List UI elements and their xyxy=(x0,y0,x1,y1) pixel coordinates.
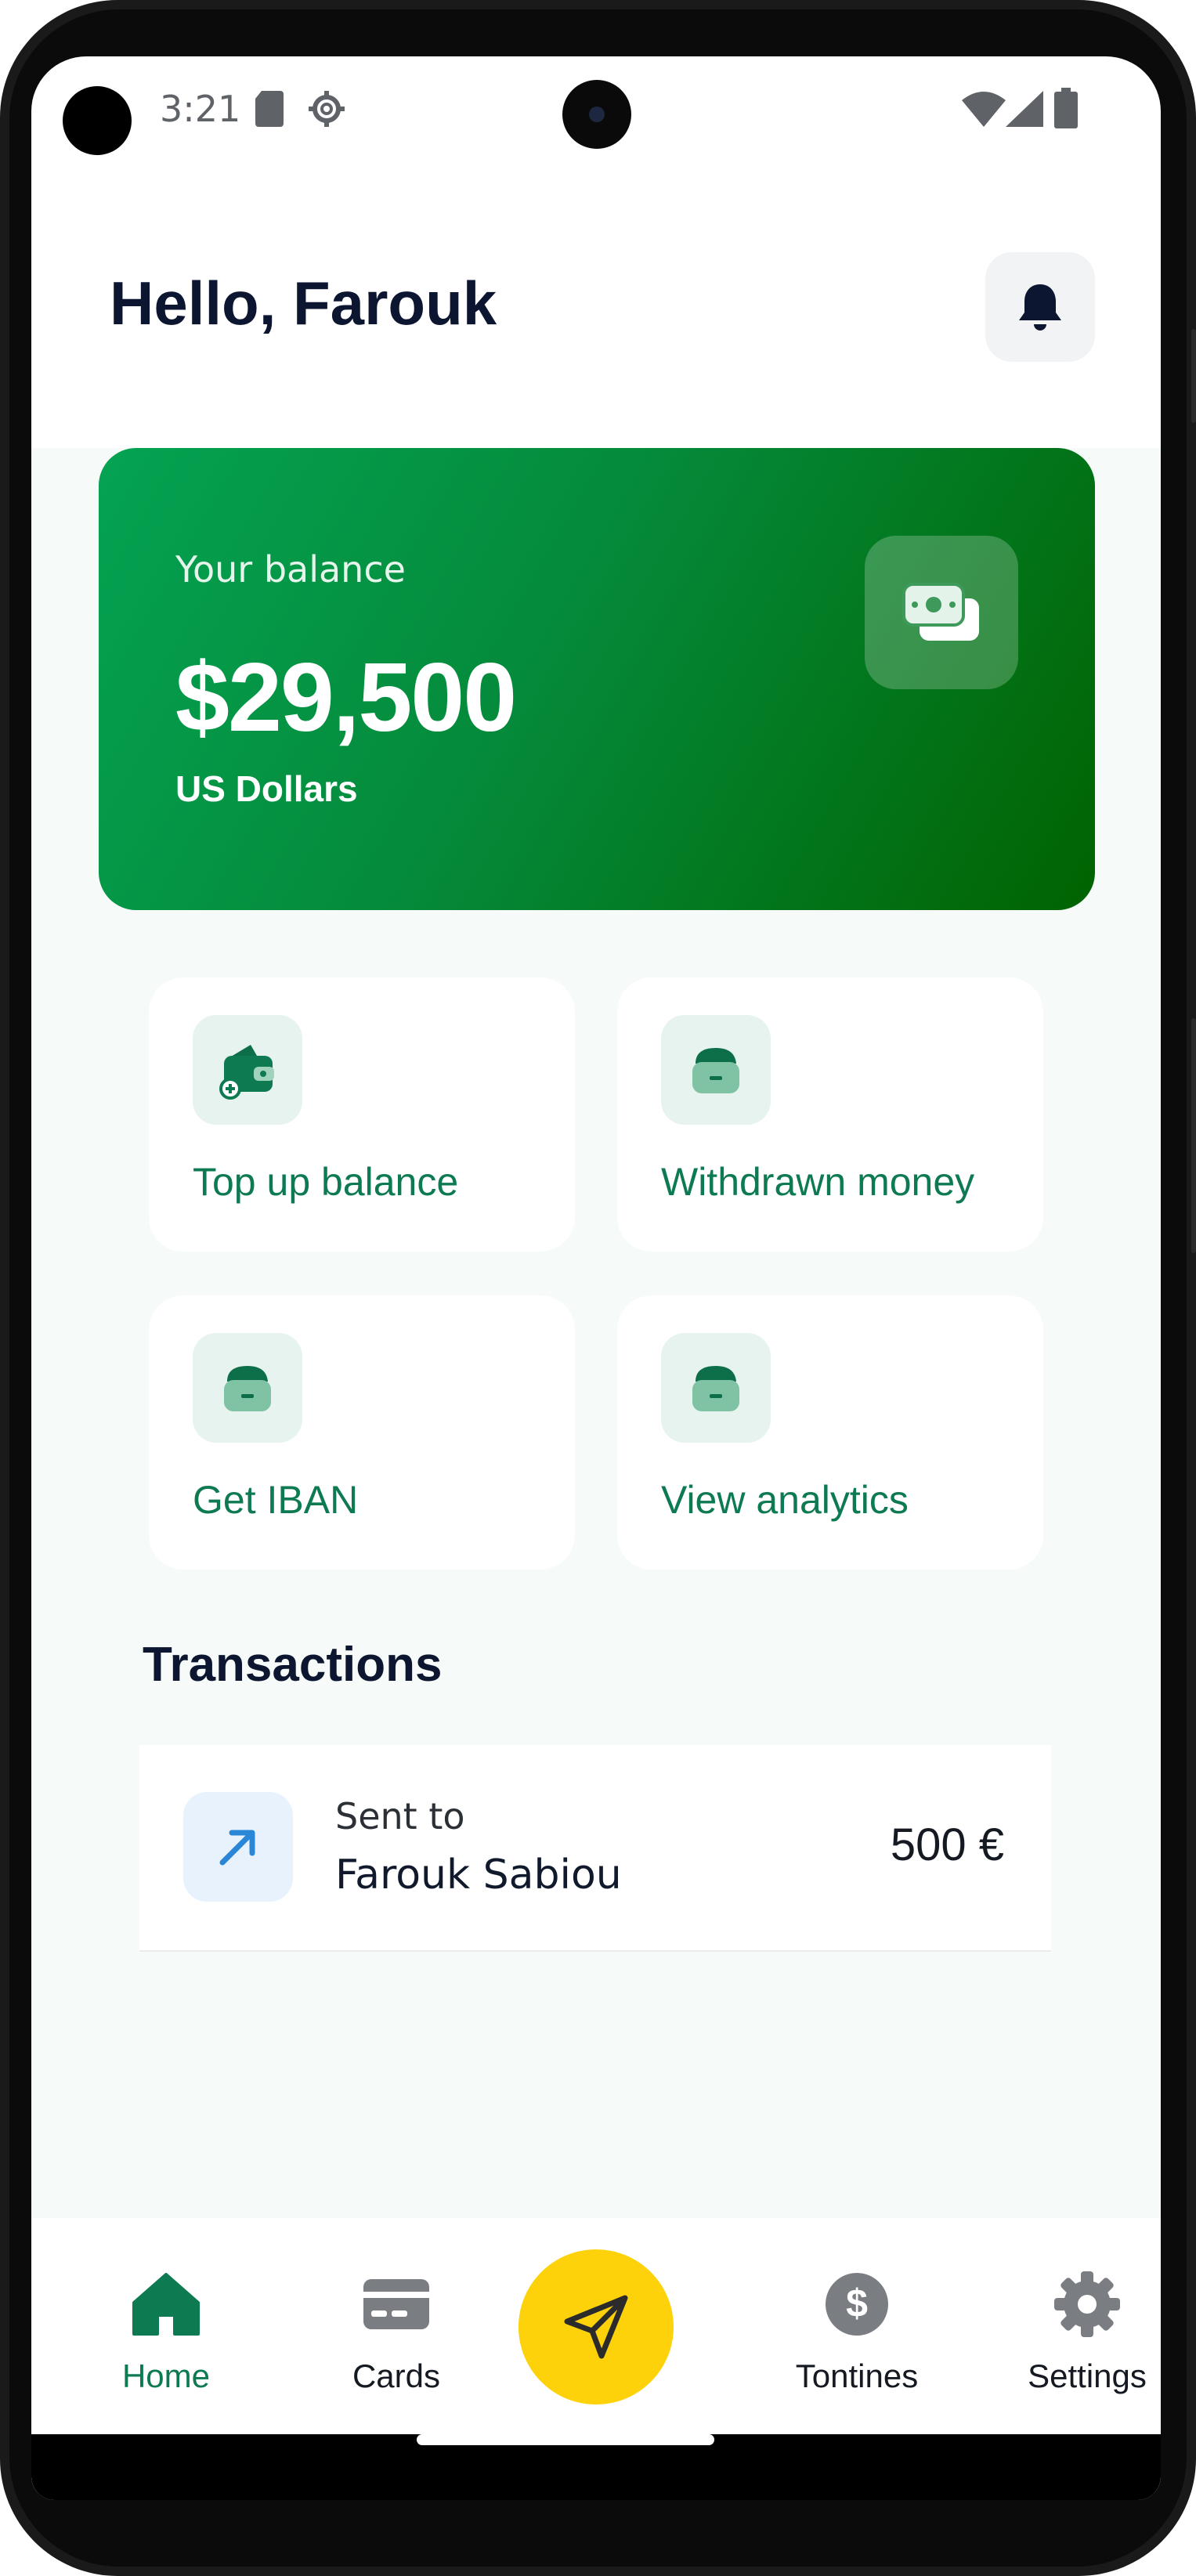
action-label: Withdrawn money xyxy=(661,1160,975,1204)
balance-card[interactable]: Your balance $29,500 US Dollars xyxy=(99,448,1095,910)
notifications-button[interactable] xyxy=(985,252,1095,362)
action-icon-box xyxy=(193,1333,302,1443)
top-up-balance-card[interactable]: Top up balance xyxy=(149,977,575,1252)
arrow-up-right-icon xyxy=(219,1830,255,1866)
svg-text:$: $ xyxy=(846,2282,868,2325)
status-time: 3:21 xyxy=(160,88,241,130)
transaction-caption: Sent to xyxy=(335,1795,465,1837)
home-icon xyxy=(127,2265,205,2343)
balance-amount: $29,500 xyxy=(175,644,517,752)
status-dot-icon xyxy=(63,86,132,155)
wallet-add-icon xyxy=(219,1045,274,1100)
transaction-icon-box xyxy=(183,1792,293,1902)
wallet-icon xyxy=(692,1366,739,1411)
transactions-title: Transactions xyxy=(143,1638,443,1692)
transaction-row[interactable]: Sent to Farouk Sabiou 500 € xyxy=(139,1745,1051,1952)
action-icon-box xyxy=(193,1015,302,1125)
wallet-icon xyxy=(224,1366,271,1411)
get-iban-card[interactable]: Get IBAN xyxy=(149,1295,575,1570)
dollar-coin-icon: $ xyxy=(818,2265,896,2343)
action-label: Get IBAN xyxy=(193,1478,359,1522)
action-label: Top up balance xyxy=(193,1160,459,1204)
gear-icon xyxy=(1048,2265,1126,2343)
balance-currency: US Dollars xyxy=(175,768,358,809)
view-analytics-card[interactable]: View analytics xyxy=(617,1295,1043,1570)
action-icon-box xyxy=(661,1015,771,1125)
signal-icon xyxy=(1006,91,1043,127)
transaction-amount: 500 € xyxy=(890,1819,1004,1870)
nav-settings[interactable]: Settings xyxy=(985,2265,1161,2422)
nav-cards-label: Cards xyxy=(352,2357,441,2394)
side-button xyxy=(1191,1018,1196,1253)
status-bar: 3:21 xyxy=(31,56,1161,166)
wallet-icon xyxy=(692,1048,739,1093)
screen: 3:21 Hello, Farouk Your balance $29,500 … xyxy=(31,56,1161,2500)
nav-cards[interactable]: Cards xyxy=(294,2265,498,2422)
greeting-title: Hello, Farouk xyxy=(110,269,497,338)
nav-home-label: Home xyxy=(121,2357,211,2394)
phone-frame: 3:21 Hello, Farouk Your balance $29,500 … xyxy=(0,0,1196,2576)
nav-tontines[interactable]: $ Tontines xyxy=(755,2265,959,2422)
sd-card-icon xyxy=(255,91,284,127)
nav-tontines-label: Tontines xyxy=(795,2357,919,2394)
withdrawn-money-card[interactable]: Withdrawn money xyxy=(617,977,1043,1252)
action-icon-box xyxy=(661,1333,771,1443)
side-button xyxy=(1191,329,1196,423)
money-stack-icon xyxy=(902,583,979,641)
settings-gear-icon xyxy=(309,91,345,127)
transaction-recipient: Farouk Sabiou xyxy=(335,1852,622,1899)
money-icon-box xyxy=(865,536,1018,689)
paper-plane-icon xyxy=(564,2295,628,2359)
action-label: View analytics xyxy=(661,1478,909,1522)
bell-icon xyxy=(1019,284,1061,331)
battery-icon xyxy=(1054,88,1078,128)
wifi-icon xyxy=(962,92,1006,127)
credit-card-icon xyxy=(357,2265,435,2343)
balance-label: Your balance xyxy=(175,548,406,591)
home-indicator[interactable] xyxy=(417,2434,714,2445)
nav-home[interactable]: Home xyxy=(64,2265,268,2422)
front-camera xyxy=(562,80,631,149)
send-money-button[interactable] xyxy=(519,2249,674,2404)
nav-settings-label: Settings xyxy=(1028,2357,1147,2394)
